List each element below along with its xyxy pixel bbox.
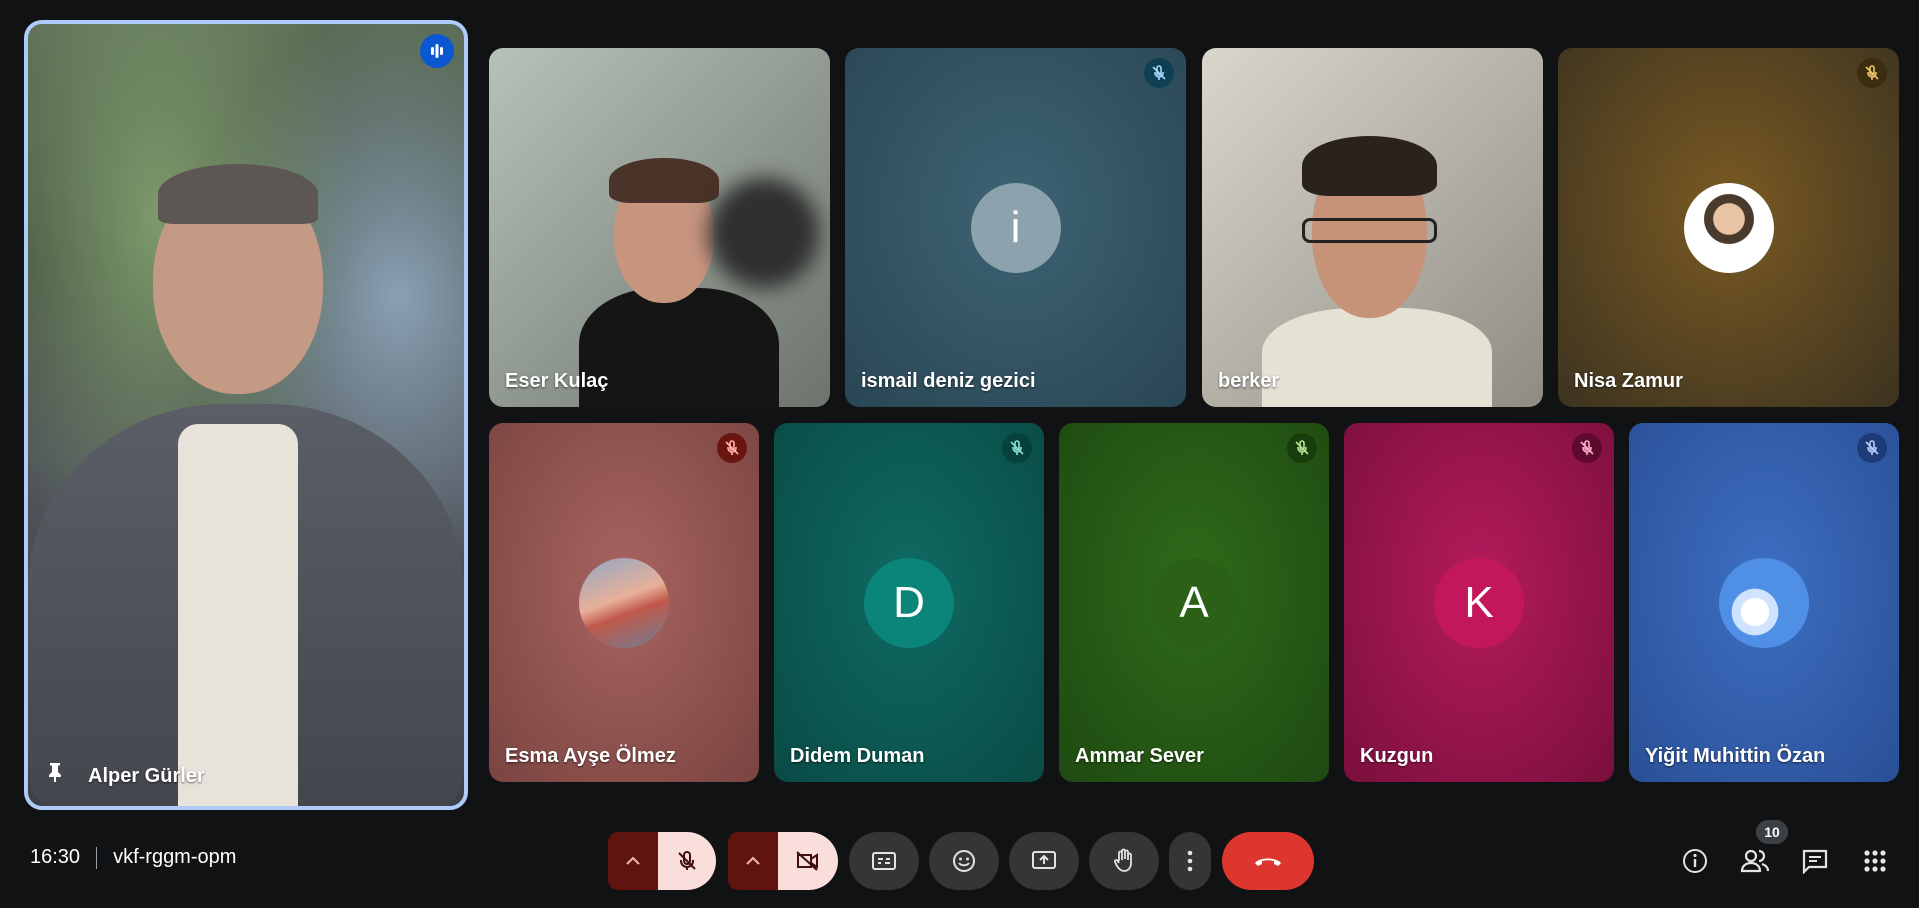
avatar-initial: D [893, 577, 925, 627]
hand-icon [1114, 848, 1132, 872]
avatar: A [1149, 557, 1239, 648]
info-icon [1683, 849, 1707, 873]
avatar-initial: A [1179, 577, 1209, 627]
avatar: i [970, 182, 1061, 273]
meeting-code: vkf-rggm-opm [113, 846, 237, 868]
raise-hand-button[interactable] [1089, 832, 1159, 890]
participant-name: Nisa Zamur [1574, 370, 1683, 392]
chevron-up-icon [746, 856, 760, 865]
mic-off-icon [1144, 58, 1174, 88]
more-vert-icon [1187, 850, 1193, 872]
participant-tile[interactable]: K Kuzgun [1344, 423, 1614, 782]
activities-button[interactable] [1854, 840, 1896, 882]
profile-photo [1683, 182, 1774, 273]
participant-name: Yiğit Muhittin Özan [1645, 745, 1826, 767]
participant-tile[interactable]: berker [1202, 48, 1543, 407]
avatar: D [864, 557, 954, 648]
mic-off-icon [1857, 433, 1887, 463]
participant-tile[interactable]: D Didem Duman [774, 423, 1044, 782]
reactions-button[interactable] [929, 832, 999, 890]
speaker-hair [158, 164, 318, 224]
audio-options-button[interactable] [608, 832, 658, 890]
participant-name: Ammar Sever [1075, 745, 1204, 767]
participant-name: Kuzgun [1360, 745, 1434, 767]
divider [96, 846, 98, 869]
more-options-button[interactable] [1169, 832, 1211, 890]
avatar: K [1434, 557, 1524, 648]
apps-grid-icon [1864, 850, 1886, 872]
captions-button[interactable] [849, 832, 919, 890]
chevron-up-icon [626, 856, 640, 865]
chat-icon [1802, 849, 1828, 874]
participant-tile[interactable]: Nisa Zamur [1558, 48, 1899, 407]
participant-name: Esma Ayşe Ölmez [505, 745, 676, 767]
chat-button[interactable] [1794, 840, 1836, 882]
end-call-icon [1255, 858, 1281, 866]
pin-icon[interactable] [46, 761, 64, 788]
speaker-shirt [178, 424, 298, 806]
mic-off-icon [1002, 433, 1032, 463]
participant-tile[interactable]: A Ammar Sever [1059, 423, 1329, 782]
speaking-indicator-icon [420, 34, 454, 68]
clock-time: 16:30 [30, 846, 81, 868]
participant-name: ismail deniz gezici [861, 370, 1036, 392]
meeting-info: 16:30 vkf-rggm-opm [30, 846, 236, 869]
participant-tile[interactable]: Esma Ayşe Ölmez [489, 423, 759, 782]
people-button[interactable] [1734, 840, 1776, 882]
participant-video [1202, 48, 1543, 407]
leave-call-button[interactable] [1222, 832, 1314, 890]
mic-off-icon [1572, 433, 1602, 463]
mic-off-icon [678, 850, 696, 870]
avatar-initial: K [1464, 577, 1494, 627]
speaker-name: Alper Gürler [88, 765, 205, 787]
camera-toggle-button[interactable] [778, 832, 838, 890]
present-screen-icon [1032, 851, 1056, 869]
video-options-button[interactable] [728, 832, 778, 890]
mic-off-icon [717, 433, 747, 463]
speaker-tile[interactable]: Alper Gürler [24, 20, 468, 810]
participant-tile[interactable]: Yiğit Muhittin Özan [1629, 423, 1899, 782]
profile-photo [1719, 557, 1809, 648]
mic-toggle-button[interactable] [658, 832, 716, 890]
participant-name: Eser Kulaç [505, 370, 609, 392]
participant-tile[interactable]: Eser Kulaç [489, 48, 830, 407]
participant-name: berker [1218, 370, 1280, 392]
participant-video [489, 48, 830, 407]
people-icon [1740, 849, 1770, 873]
mic-off-icon [1857, 58, 1887, 88]
participant-name: Didem Duman [790, 745, 925, 767]
profile-photo [579, 557, 669, 648]
camera-off-icon [796, 851, 818, 871]
emoji-icon [953, 850, 975, 872]
mic-off-icon [1287, 433, 1317, 463]
avatar-initial: i [1010, 202, 1021, 252]
meeting-details-button[interactable] [1674, 840, 1716, 882]
closed-captions-icon [872, 852, 896, 870]
participant-tile[interactable]: i ismail deniz gezici [845, 48, 1186, 407]
present-button[interactable] [1009, 832, 1079, 890]
